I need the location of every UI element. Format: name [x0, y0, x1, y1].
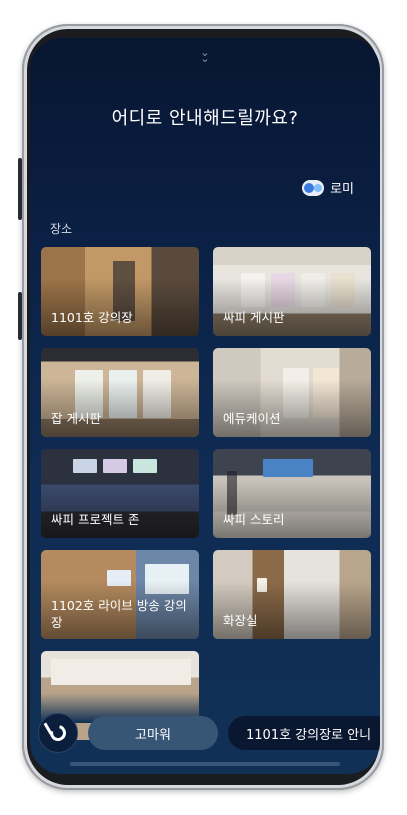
place-card-job-board[interactable]: 잡 게시판 — [41, 348, 199, 437]
places-grid: 1101호 강의장 싸피 게시판 잡 게시판 에듀케이션 싸피 프로젝트 존 싸… — [41, 247, 371, 740]
place-card-label: 1102호 라이브 방송 강의장 — [51, 598, 187, 630]
volume-button — [18, 158, 22, 220]
place-card-label: 싸피 스토리 — [223, 512, 285, 527]
power-button — [18, 292, 22, 340]
place-card-label: 에듀케이션 — [223, 411, 281, 426]
avatar-icon — [302, 179, 325, 196]
place-card-ssafy-story[interactable]: 싸피 스토리 — [213, 449, 371, 538]
user-name: 로미 — [330, 182, 354, 197]
suggestion-bar: 고마워 1101호 강의장로 안니 — [38, 713, 380, 753]
place-card-label: 싸피 프로젝트 존 — [51, 512, 140, 527]
bixby-button[interactable] — [38, 713, 78, 753]
place-card-label: 화장실 — [223, 613, 258, 628]
suggestion-chip-guide[interactable]: 1101호 강의장로 안니 — [228, 716, 380, 750]
screen: ⌄ ⌄ 어디로 안내해드릴까요? 로미 장소 1101호 강의장 싸피 게시판 잡… — [30, 38, 380, 774]
place-card-label: 싸피 게시판 — [223, 310, 285, 325]
bixby-icon — [47, 722, 69, 744]
place-card-label: 1101호 강의장 — [51, 310, 133, 325]
chevron-double-down-icon[interactable]: ⌄ ⌄ — [30, 47, 380, 64]
place-card-restroom[interactable]: 화장실 — [213, 550, 371, 639]
user-profile[interactable]: 로미 — [302, 178, 354, 197]
place-card-1101-lecture-room[interactable]: 1101호 강의장 — [41, 247, 199, 336]
place-card-education[interactable]: 에듀케이션 — [213, 348, 371, 437]
page-title: 어디로 안내해드릴까요? — [111, 108, 299, 129]
home-indicator[interactable] — [70, 762, 340, 766]
place-card-ssafy-project-zone[interactable]: 싸피 프로젝트 존 — [41, 449, 199, 538]
place-card-ssafy-board[interactable]: 싸피 게시판 — [213, 247, 371, 336]
suggestion-chip-thanks[interactable]: 고마워 — [88, 716, 218, 750]
place-card-1102-live-lecture-room[interactable]: 1102호 라이브 방송 강의장 — [41, 550, 199, 639]
section-label-places: 장소 — [50, 222, 73, 236]
place-card-label: 잡 게시판 — [51, 411, 101, 426]
